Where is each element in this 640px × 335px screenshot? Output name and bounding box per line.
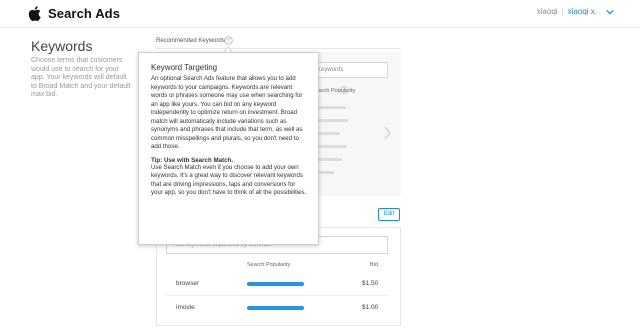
user-menu[interactable]: xiaoqi | xiaoqi x. <box>537 7 614 16</box>
user-name[interactable]: xiaoqi x. <box>568 7 597 16</box>
keyword-search-input[interactable]: Keywords <box>312 62 388 78</box>
chevron-right-icon[interactable] <box>384 126 391 140</box>
org-name: xiaoqi <box>536 7 558 16</box>
edit-button[interactable]: Edit <box>378 208 400 221</box>
bid-cell[interactable]: $1.00 <box>362 304 378 311</box>
apple-logo-icon <box>28 5 41 21</box>
divider <box>156 48 401 49</box>
brand[interactable]: Search Ads <box>28 4 120 22</box>
top-bar: Search Ads xiaoqi | xiaoqi x. <box>0 0 640 28</box>
bid-cell[interactable]: $1.50 <box>362 280 378 287</box>
svg-text:?: ? <box>227 38 230 44</box>
popularity-bar <box>247 282 304 286</box>
tooltip-body: An optional Search Ads feature that allo… <box>151 75 303 150</box>
keyword-targeting-tooltip: Keyword Targeting An optional Search Ads… <box>138 52 319 245</box>
popularity-bar <box>247 306 304 310</box>
keyword-cell: browser <box>176 280 200 287</box>
tooltip-title: Keyword Targeting <box>151 63 218 72</box>
recommended-keywords-label: Recommended Keywords <box>156 38 225 44</box>
column-header-bid: Bid <box>370 262 378 268</box>
tooltip-tip-body: Use Search Match even if you choose to a… <box>151 163 307 197</box>
column-header-popularity: Search Popularity <box>247 262 291 268</box>
section-title: Keywords <box>31 38 93 54</box>
brand-name: Search Ads <box>48 5 121 21</box>
svg-text:?: ? <box>343 88 346 94</box>
separator: | <box>561 7 564 16</box>
row-divider <box>166 295 388 296</box>
section-description: Choose terms that customers would use to… <box>31 57 131 99</box>
tooltip-tip-heading: Tip: Use with Search Match. <box>151 156 234 164</box>
chevron-down-icon[interactable] <box>606 9 614 15</box>
info-icon[interactable]: ? <box>224 36 233 45</box>
help-icon[interactable]: ? <box>340 86 348 94</box>
keyword-cell: imovie <box>176 304 195 311</box>
